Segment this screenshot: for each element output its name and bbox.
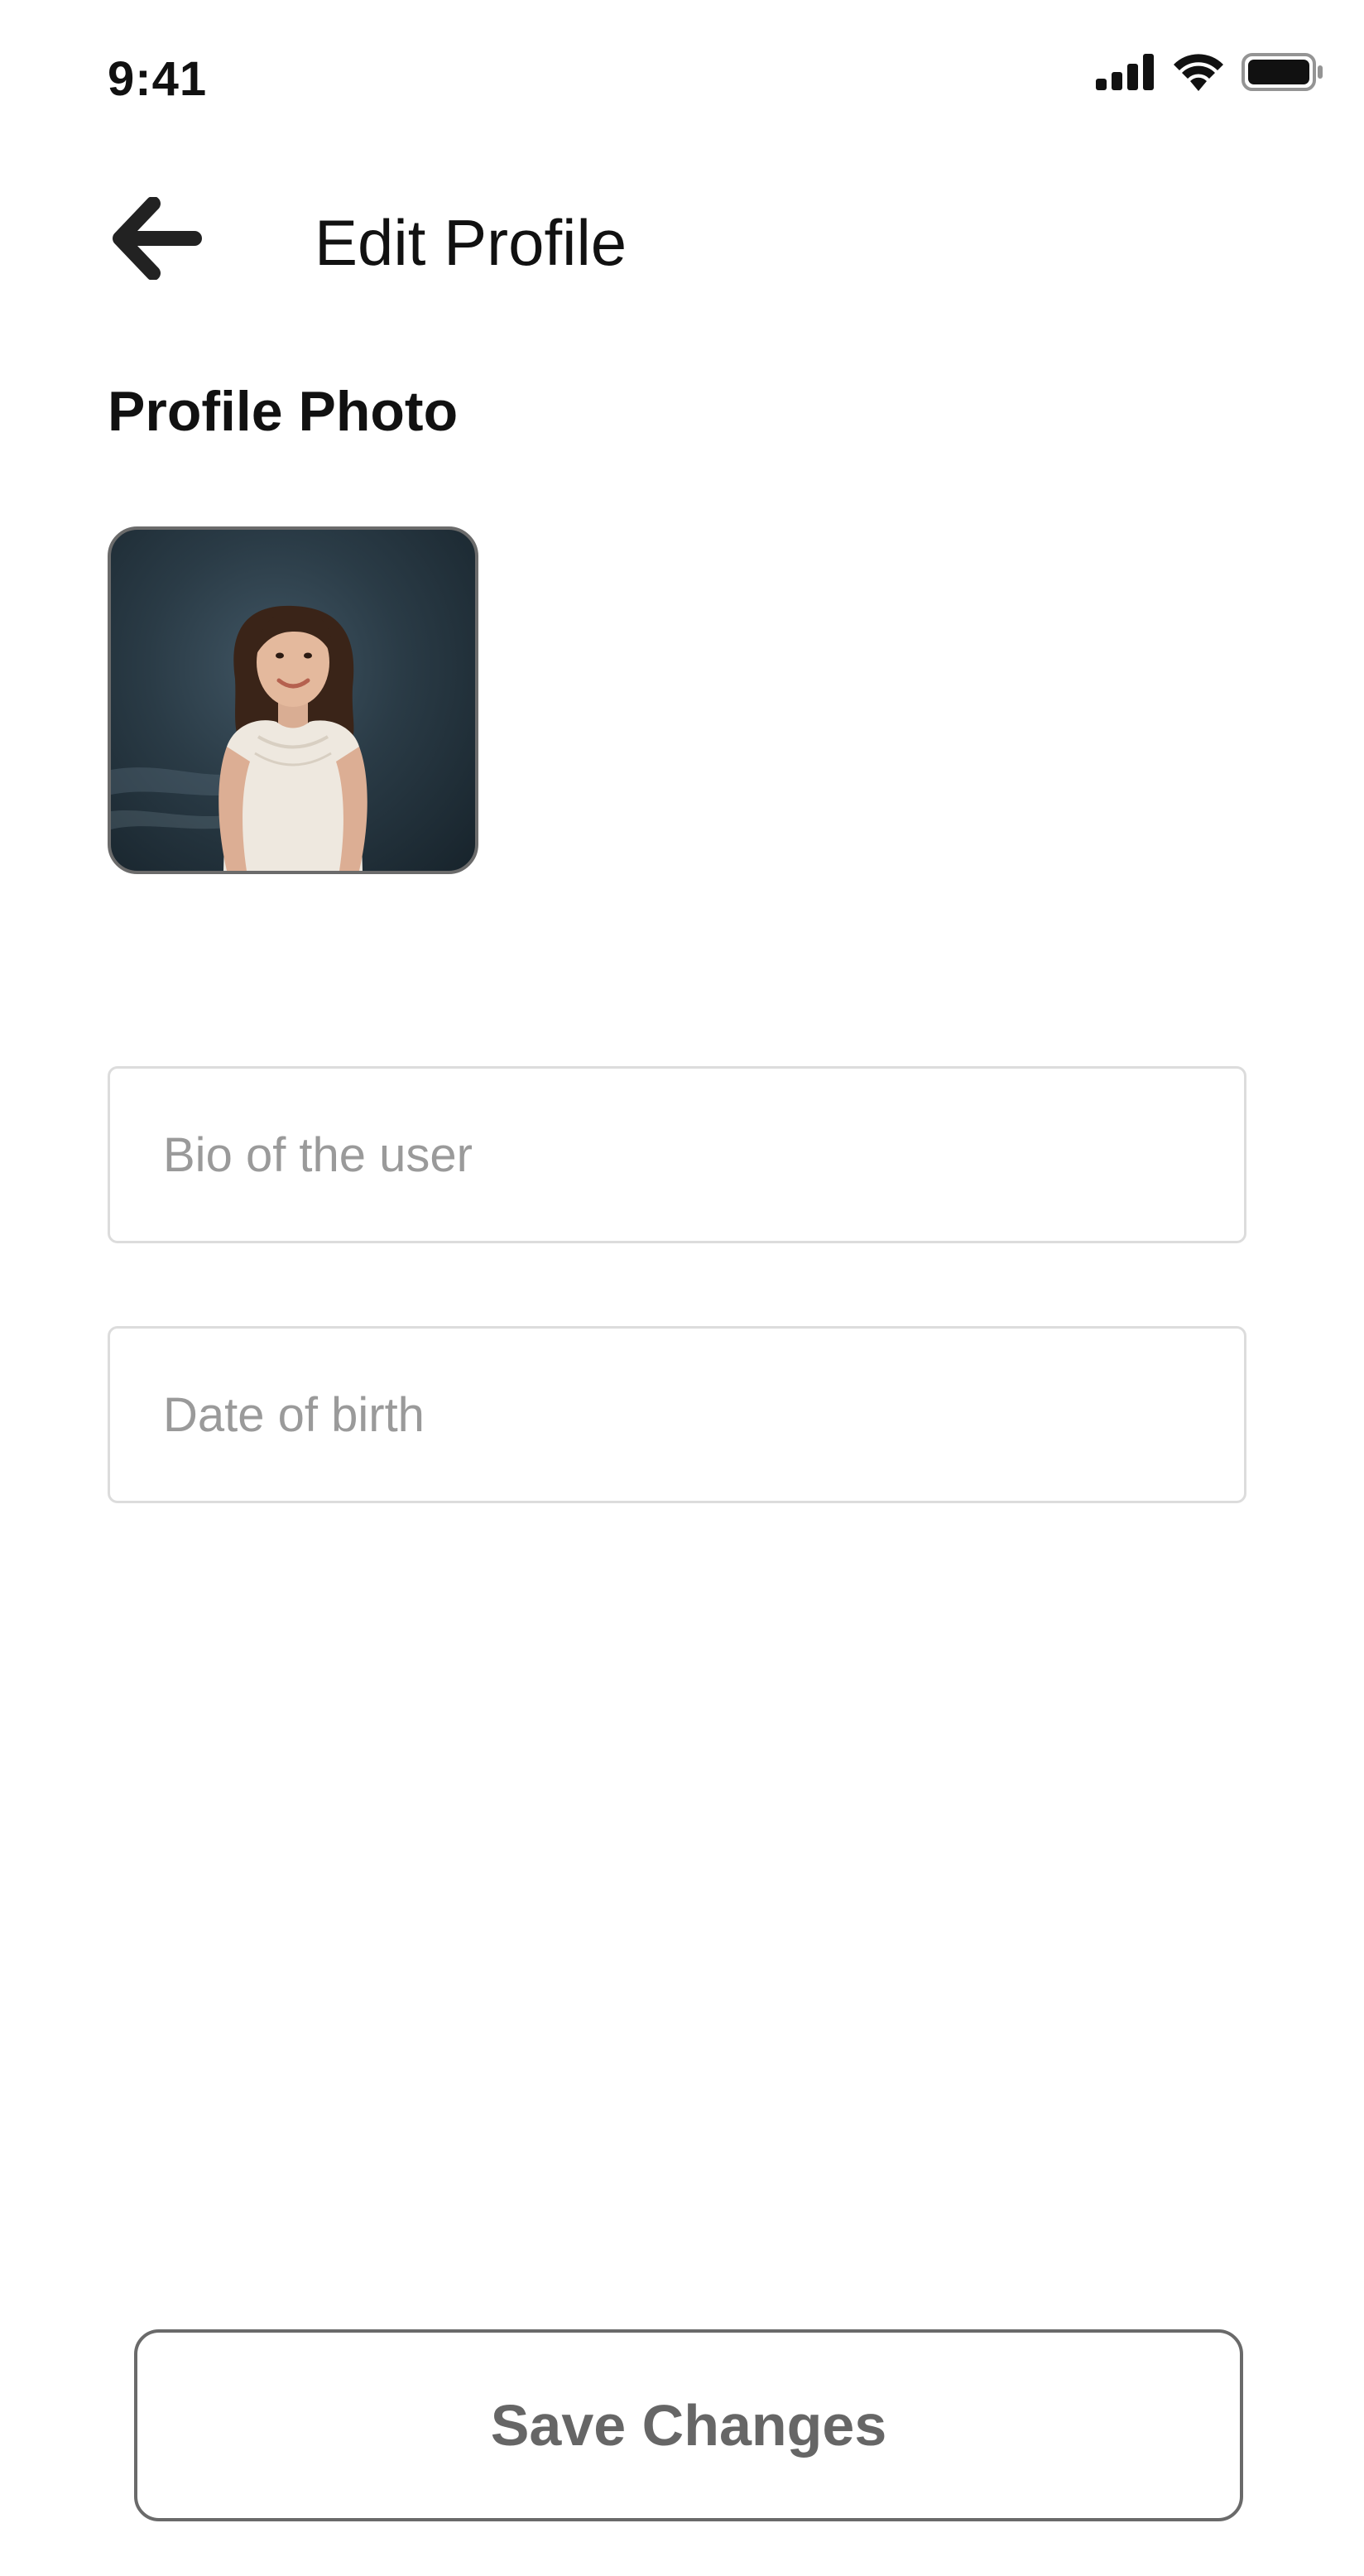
battery-icon (1242, 53, 1324, 95)
status-time: 9:41 (108, 52, 208, 106)
status-icons (1096, 53, 1324, 95)
arrow-left-icon (112, 195, 203, 284)
bio-input[interactable] (110, 1069, 1244, 1241)
bio-field[interactable] (108, 1066, 1246, 1243)
date-of-birth-field[interactable] (108, 1326, 1246, 1503)
save-changes-button[interactable]: Save Changes (134, 2329, 1243, 2521)
wifi-icon (1172, 53, 1225, 95)
header: Edit Profile (0, 174, 1364, 306)
cellular-signal-icon (1096, 54, 1155, 94)
profile-photo-heading: Profile Photo (108, 380, 459, 443)
date-of-birth-input[interactable] (110, 1329, 1244, 1501)
back-button[interactable] (108, 190, 207, 290)
profile-photo[interactable] (108, 526, 478, 874)
status-bar: 9:41 (0, 0, 1364, 149)
page-title: Edit Profile (315, 206, 627, 279)
